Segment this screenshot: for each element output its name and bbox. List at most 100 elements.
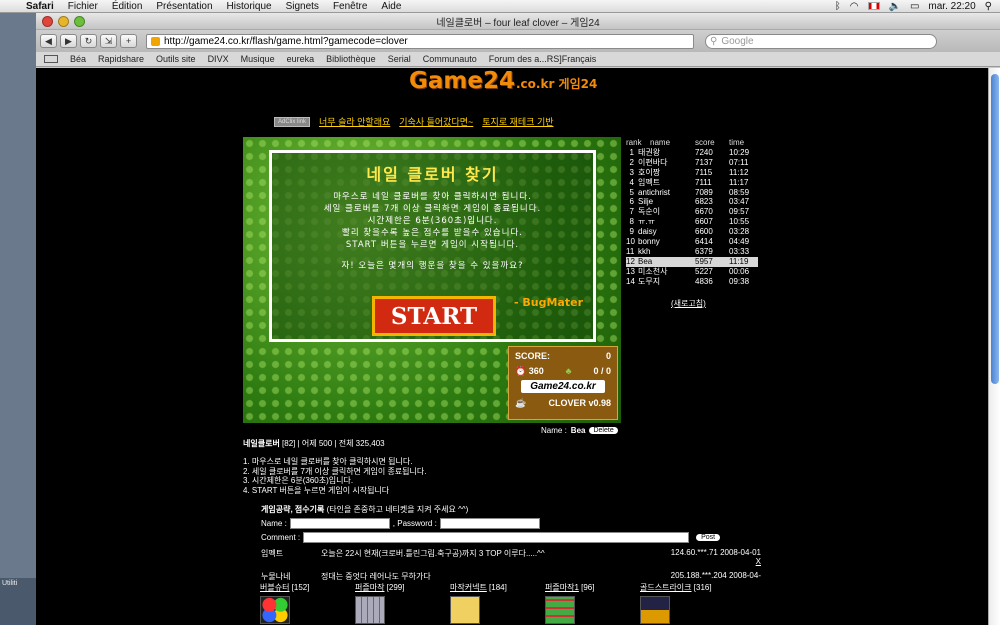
bookmark-serial[interactable]: Serial [382,54,417,64]
ranking-row: 1 태권왕 7240 10:29 [626,148,758,158]
game-link-puzzle-mahjong-1[interactable]: 퍼즐마작1 [96] [545,582,640,624]
bookmarks-bar: Béa Rapidshare Outils site DIVX Musique … [36,52,1000,67]
ranking-name: Silje [638,197,654,207]
menu-presentation[interactable]: Présentation [149,1,219,12]
post-button[interactable]: Post [696,534,721,541]
start-button[interactable]: START [372,296,496,336]
page-content: Game24 .co.kr 게임24 AdClix link 너무 슬라 안할래… [36,68,988,625]
wifi-icon[interactable]: ◠ [850,1,859,12]
ranking-score: 7240 [695,148,713,157]
password-input[interactable] [439,518,540,529]
delete-button[interactable]: Delete [589,427,618,434]
add-bookmark-button[interactable]: + [120,34,137,48]
menu-aide[interactable]: Aide [374,1,408,12]
ranking-time: 11:17 [729,177,749,187]
clock[interactable]: mar. 22:20 [928,1,975,12]
game-link-gold-strike[interactable]: 골드스트라이크 [316] [640,582,735,624]
rule-item: 2. 세일 클로버를 7개 이상 클릭하면 게임이 종료됩니다. [243,466,427,476]
window-title: 네일클로버 – four leaf clover – 게임24 [436,17,600,29]
ranking-name: daisy [638,227,657,237]
snapback-button[interactable]: ⇲ [100,34,117,48]
name-input[interactable] [289,518,390,529]
flash-game[interactable]: 네일 클로버 찾기 마우스로 네일 클로버를 찾아 클릭하시면 됩니다. 세일 … [243,137,621,423]
time-value: 360 [528,366,544,376]
desktop-utilities-window[interactable]: Utiliti [0,578,36,625]
utilities-label: Utiliti [2,580,18,587]
bookmark-forum[interactable]: Forum des a...RS]Français [483,54,603,64]
ranking-name: ㅠ.ㅠ [638,217,655,227]
ad-badge[interactable]: AdClix link [274,116,311,127]
ranking-rank: 3 [629,167,634,177]
site-logo[interactable]: Game24 .co.kr 게임24 [409,68,597,98]
ranking-time: 11:12 [729,167,749,177]
comment-input[interactable] [303,532,690,543]
ranking-row: 2 이편바다 7137 07:11 [626,158,758,168]
bookmark-bea[interactable]: Béa [64,54,92,64]
score-panel: SCORE: 0 ⏰ 360 ♣ 0 / 0 Game24.co.kr ☕ CL… [508,346,618,420]
ranking-rank: 8 [629,217,634,227]
gold-strike-thumbnail[interactable] [640,596,670,624]
mahjong-connect-thumbnail[interactable] [450,596,480,624]
address-bar[interactable]: http://game24.co.kr/flash/game.html?game… [146,33,694,49]
ranking-time: 03:33 [729,246,750,256]
game-link-puzzle-mahjong[interactable]: 퍼즐마작 [299] [355,582,450,624]
bookmark-rapidshare[interactable]: Rapidshare [92,54,150,64]
nav-link-1[interactable]: 너무 슬라 안할래요 [319,115,390,128]
delete-comment-link[interactable]: X [756,557,761,566]
volume-icon[interactable]: 🔈 [889,1,901,12]
bluetooth-icon[interactable]: ᛒ [835,1,841,12]
ranking-name: 태권왕 [638,148,661,157]
bookmark-communauto[interactable]: Communauto [417,54,483,64]
ranking-score: 7137 [695,157,713,167]
ranking-score: 7111 [695,177,712,187]
vertical-scrollbar[interactable] [988,68,1000,625]
ranking-score: 4836 [695,276,713,286]
bookmark-bibliotheque[interactable]: Bibliothèque [320,54,382,64]
reload-button[interactable]: ↻ [80,34,97,48]
puzzle-mahjong-1-thumbnail[interactable] [545,596,575,624]
author-credit: - BugMater [514,296,583,309]
guestbook-subtitle: (타인을 존중하고 네티켓을 지켜 주세요 ^^) [326,505,469,514]
ranking-score: 6379 [695,246,713,256]
nav-link-2[interactable]: 기숙사 들어갔다면~ [399,115,473,128]
ranking-time: 03:47 [729,197,750,207]
bookmarks-book-icon[interactable] [44,55,58,63]
menu-edition[interactable]: Édition [105,1,150,12]
battery-icon[interactable]: ▭ [910,1,919,12]
bookmark-divx[interactable]: DIVX [202,54,235,64]
canada-flag-icon[interactable] [867,2,880,10]
ranking-rank: 11 [626,246,635,256]
toolbar: ◀ ▶ ↻ ⇲ + http://game24.co.kr/flash/game… [36,30,1000,52]
bookmark-eureka[interactable]: eureka [281,54,321,64]
nav-link-3[interactable]: 토지로 재테크 기반 [482,115,553,128]
spotlight-icon[interactable]: ⚲ [985,1,992,12]
refresh-link[interactable]: (새로고침) [671,298,706,309]
game-link-mahjong-connect[interactable]: 마작커넥트 [184] [450,582,545,624]
ranking-rank: 10 [626,237,635,247]
menu-app-safari[interactable]: Safari [19,1,61,12]
ranking-time: 07:11 [729,157,749,167]
ranking-row: 8 ㅠ.ㅠ 6607 10:55 [626,217,758,227]
ranking-row: 11 kkh 6379 03:33 [626,247,758,257]
ranking-score: 6607 [695,217,713,227]
ranking-time: 09:57 [729,207,750,217]
found-count: 0 / 0 [593,366,611,376]
rules-list: 1. 마우스로 네일 클로버를 찾아 클릭하시면 됩니다. 2. 세일 클로버를… [243,457,426,495]
game-link-bubble-shooter[interactable]: 버블슈터 [152] [260,582,355,624]
puzzle-mahjong-thumbnail[interactable] [355,596,385,624]
menu-fenetre[interactable]: Fenêtre [326,1,374,12]
menu-historique[interactable]: Historique [220,1,279,12]
search-field[interactable]: ⚲ Google [705,33,937,49]
bubble-shooter-thumbnail[interactable] [260,596,290,624]
forward-button[interactable]: ▶ [60,34,77,48]
bookmark-musique[interactable]: Musique [235,54,281,64]
ranking-rank: 14 [626,276,635,286]
ranking-time: 08:59 [729,187,750,197]
instructions-panel: 네일 클로버 찾기 마우스로 네일 클로버를 찾아 클릭하시면 됩니다. 세일 … [269,150,596,342]
back-button[interactable]: ◀ [40,34,57,48]
menu-fichier[interactable]: Fichier [61,1,105,12]
scrollbar-thumb[interactable] [991,74,999,384]
menu-signets[interactable]: Signets [279,1,326,12]
bookmark-outils-site[interactable]: Outils site [150,54,202,64]
ranking-time: 04:49 [729,237,750,247]
